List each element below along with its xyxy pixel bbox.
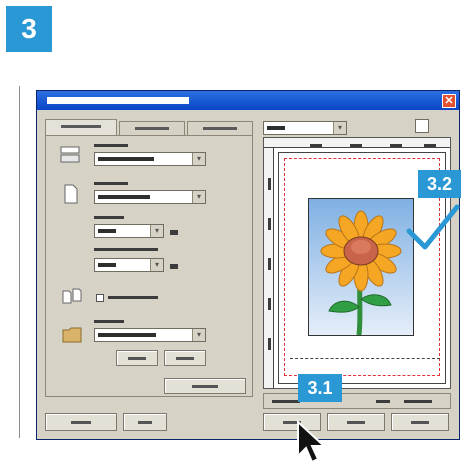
preview-button[interactable] <box>327 413 385 431</box>
setting-select-2[interactable]: ▾ <box>94 190 206 204</box>
scan-area-guide <box>290 358 440 359</box>
setting-select-4[interactable]: ▾ <box>94 258 164 272</box>
scan-settings-dialog: ✕ ▾ ▾ ▾ ▾ ▾ ▾ <box>36 90 460 440</box>
folder-icon <box>62 326 82 344</box>
setting-unit-3 <box>170 230 178 235</box>
setting-unit-4 <box>170 264 178 269</box>
preview-controls <box>263 393 451 409</box>
duplex-label <box>108 296 158 299</box>
sunflower-image <box>308 198 414 336</box>
tab-advanced[interactable] <box>119 121 185 135</box>
settings-tabs <box>45 119 261 135</box>
mouse-cursor-icon <box>296 419 330 464</box>
setting-label-1 <box>94 144 128 147</box>
default-button[interactable] <box>164 378 246 394</box>
destination-select[interactable]: ▾ <box>94 328 206 342</box>
settings-panel: ▾ ▾ ▾ ▾ ▾ <box>45 135 253 397</box>
setting-select-3[interactable]: ▾ <box>94 224 164 238</box>
title-bar[interactable]: ✕ <box>37 91 459 110</box>
close-icon[interactable]: ✕ <box>442 94 456 108</box>
checkmark-icon <box>405 201 461 253</box>
paper-tray-icon <box>60 146 80 164</box>
left-ruler <box>264 148 274 388</box>
tab-output[interactable] <box>187 121 253 135</box>
destination-label <box>94 320 124 323</box>
setting-label-4 <box>94 248 158 251</box>
setting-select-1[interactable]: ▾ <box>94 152 206 166</box>
step-divider <box>19 86 20 438</box>
cancel-button[interactable] <box>391 413 449 431</box>
duplex-icon <box>62 288 82 304</box>
duplex-checkbox[interactable] <box>96 294 104 302</box>
new-folder-button[interactable] <box>164 350 206 366</box>
zoom-select[interactable]: ▾ <box>263 121 347 135</box>
help-button[interactable] <box>45 413 117 431</box>
setting-label-2 <box>94 182 128 185</box>
callout-preview: 3.2 <box>418 170 461 198</box>
step-number-badge: 3 <box>6 6 52 52</box>
top-ruler <box>264 138 450 148</box>
tab-basic[interactable] <box>45 119 117 135</box>
callout-ok-button: 3.1 <box>298 374 342 402</box>
about-button[interactable] <box>123 413 167 431</box>
page-icon <box>64 184 78 204</box>
window-title <box>47 97 189 104</box>
setting-label-3 <box>94 216 124 219</box>
preview-option-box[interactable] <box>415 119 429 133</box>
browse-button[interactable] <box>116 350 158 366</box>
